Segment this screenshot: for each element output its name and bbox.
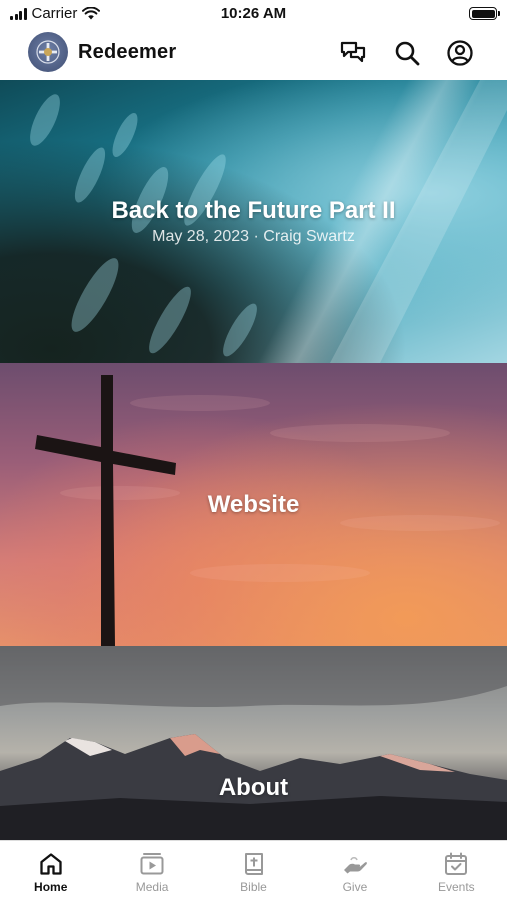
website-card[interactable]: Website xyxy=(0,363,507,646)
church-logo[interactable] xyxy=(28,32,68,72)
tab-home-label: Home xyxy=(34,880,68,894)
tab-give[interactable]: Give xyxy=(304,841,405,900)
search-icon[interactable] xyxy=(393,39,421,67)
brand-name: Redeemer xyxy=(78,41,177,63)
account-icon[interactable] xyxy=(446,39,474,67)
chat-icon[interactable] xyxy=(339,39,367,67)
mountain-range-image xyxy=(0,646,507,840)
sermon-date-speaker: May 28, 2023 · Craig Swartz xyxy=(152,228,355,245)
tab-events[interactable]: Events xyxy=(406,841,507,900)
about-card[interactable]: About xyxy=(0,646,507,840)
tab-bible-label: Bible xyxy=(240,880,267,894)
about-title: About xyxy=(218,774,289,801)
home-icon xyxy=(40,853,62,875)
media-icon xyxy=(140,853,164,875)
status-time: 10:26 AM xyxy=(220,5,287,22)
website-title: Website xyxy=(207,491,300,518)
tab-home[interactable]: Home xyxy=(0,841,101,900)
sermon-card[interactable]: Back to the Future Part II May 28, 2023 … xyxy=(0,80,507,363)
tab-give-label: Give xyxy=(342,880,368,894)
logo-emblem-icon xyxy=(36,40,60,64)
sermon-title: Back to the Future Part II xyxy=(111,197,396,224)
tab-events-label: Events xyxy=(437,880,475,894)
bible-icon xyxy=(244,853,263,875)
tab-media-label: Media xyxy=(135,880,169,894)
status-bar: Carrier 10:26 AM xyxy=(0,0,507,28)
battery-icon xyxy=(469,7,500,20)
tab-media[interactable]: Media xyxy=(101,841,202,900)
events-icon xyxy=(445,852,468,875)
give-icon xyxy=(343,856,367,874)
app-header: Redeemer xyxy=(0,30,507,78)
bottom-tab-bar: Home Media Bible Give Events xyxy=(0,840,507,900)
tab-bible[interactable]: Bible xyxy=(203,841,304,900)
